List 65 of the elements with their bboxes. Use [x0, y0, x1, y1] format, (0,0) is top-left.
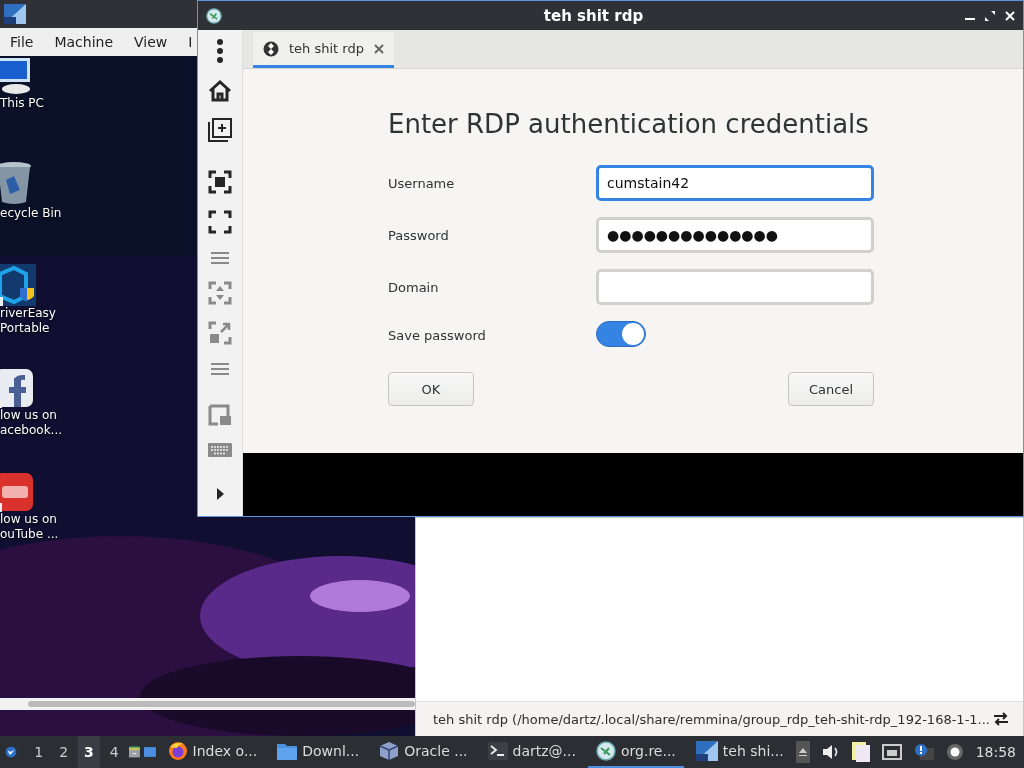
- icon-label: riverEasy: [0, 306, 56, 321]
- connection-icon: [263, 40, 279, 57]
- input-field[interactable]: ●●●●●●●●●●●●●●: [596, 217, 874, 253]
- menu-item[interactable]: I: [188, 34, 193, 50]
- eject-icon[interactable]: [795, 741, 810, 763]
- input-field[interactable]: [596, 269, 874, 305]
- taskbar-button[interactable]: Oracle ...: [371, 736, 476, 768]
- folder-icon: [277, 742, 298, 760]
- dialog-button[interactable]: Cancel: [788, 372, 874, 406]
- gear-icon[interactable]: [945, 743, 964, 761]
- shield-app-icon: [0, 264, 36, 306]
- home-icon[interactable]: [208, 80, 232, 102]
- network-icon[interactable]: [881, 744, 902, 760]
- toggle-switch[interactable]: [596, 321, 646, 347]
- icon-label: ecycle Bin: [0, 206, 62, 221]
- menu-item[interactable]: Machine: [54, 34, 114, 50]
- icon-label: ouTube ...: [0, 527, 59, 542]
- restore-icon[interactable]: [985, 10, 995, 21]
- window-title: teh shit rdp: [542, 6, 645, 25]
- workspace-button[interactable]: 2: [53, 736, 75, 768]
- remote-desktop-icon: [206, 7, 222, 24]
- dialog-heading: Enter RDP authentication credentials: [388, 109, 870, 139]
- taskbar-button[interactable]: Index o...: [159, 736, 266, 768]
- alert-icon[interactable]: [913, 743, 934, 761]
- server-logo-icon: [695, 741, 718, 761]
- taskbar-button[interactable]: Downl...: [269, 736, 368, 768]
- new-connection-icon[interactable]: [208, 118, 232, 142]
- clock: 18:58: [975, 744, 1016, 760]
- status-text: teh shit rdp (/home/dartz/.local/share/remmina/group_rdp_teh-shit-rdp_192-168-1-1...: [433, 711, 990, 727]
- field-label: Password: [388, 227, 450, 243]
- taskbar-button[interactable]: teh shi...: [687, 736, 792, 768]
- video-app-icon: [0, 472, 34, 512]
- browser-icon: [167, 741, 188, 761]
- server-logo-icon: [4, 4, 26, 24]
- workspace-button[interactable]: 4: [103, 736, 125, 768]
- workspace-button[interactable]: 1: [28, 736, 50, 768]
- cube-icon: [379, 741, 400, 761]
- swap-arrows-icon[interactable]: [993, 712, 1009, 726]
- dialog-button[interactable]: OK: [388, 372, 474, 406]
- notes-icon[interactable]: [851, 742, 870, 762]
- menu-item[interactable]: View: [134, 34, 168, 50]
- expand-arrow-icon[interactable]: [216, 488, 224, 500]
- trash-bin-icon: [0, 160, 34, 206]
- speaker-icon[interactable]: [821, 744, 840, 760]
- icon-label: Portable: [0, 321, 50, 336]
- menu-item[interactable]: File: [10, 34, 34, 50]
- fit-window-icon[interactable]: [208, 170, 232, 194]
- field-label: Save password: [388, 328, 487, 343]
- icon-label: This PC: [0, 96, 44, 111]
- input-field[interactable]: cumstain42: [596, 165, 874, 201]
- workspace-button[interactable]: 3: [78, 736, 100, 768]
- icon-label: low us on: [0, 512, 57, 527]
- icon-label: acebook...: [0, 423, 63, 438]
- taskbar-button[interactable]: org.re...: [587, 736, 684, 768]
- taskbar-button[interactable]: dartz@...: [479, 736, 584, 768]
- menu-dots-icon[interactable]: [216, 38, 224, 64]
- remote-desktop-icon: [595, 741, 616, 761]
- scrollbar-thumb[interactable]: [28, 701, 415, 707]
- social-app-icon: [0, 368, 34, 408]
- field-label: Domain: [388, 279, 440, 295]
- field-label: Username: [388, 175, 456, 191]
- terminal-icon: [487, 742, 508, 760]
- connection-tab[interactable]: teh shit rdp: [253, 32, 394, 68]
- icon-label: low us on: [0, 408, 57, 423]
- fullscreen-icon[interactable]: [208, 210, 232, 234]
